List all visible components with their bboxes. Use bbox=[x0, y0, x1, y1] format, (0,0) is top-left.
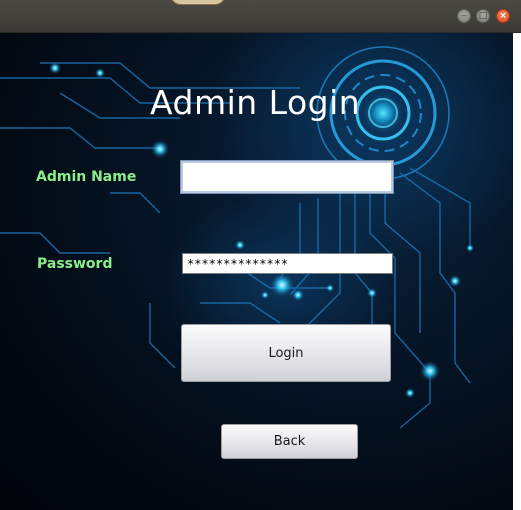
title-bar: – □ × bbox=[0, 0, 521, 33]
minimize-button[interactable]: – bbox=[457, 9, 471, 23]
close-button[interactable]: × bbox=[496, 9, 510, 23]
password-field[interactable]: ************** bbox=[182, 253, 393, 274]
password-masked-value: ************** bbox=[187, 256, 289, 271]
maximize-icon: □ bbox=[478, 10, 488, 21]
minimize-icon: – bbox=[461, 10, 467, 21]
back-button-label: Back bbox=[273, 434, 306, 449]
login-panel: Admin Login Admin Name Password ********… bbox=[0, 33, 513, 510]
maximize-button[interactable]: □ bbox=[476, 9, 490, 23]
login-button-label: Login bbox=[268, 345, 304, 361]
login-button[interactable]: Login bbox=[181, 324, 391, 382]
back-button[interactable]: Back bbox=[221, 424, 358, 459]
app-window: – □ × Admin Login Admin Name Password **… bbox=[0, 0, 521, 510]
password-label: Password bbox=[37, 256, 113, 272]
desktop-peek-decoration bbox=[170, 0, 226, 5]
page-title: Admin Login bbox=[150, 83, 361, 122]
window-edge-strip bbox=[513, 33, 521, 510]
admin-name-field[interactable] bbox=[180, 160, 394, 194]
close-icon: × bbox=[499, 10, 507, 21]
admin-name-label: Admin Name bbox=[36, 169, 137, 185]
